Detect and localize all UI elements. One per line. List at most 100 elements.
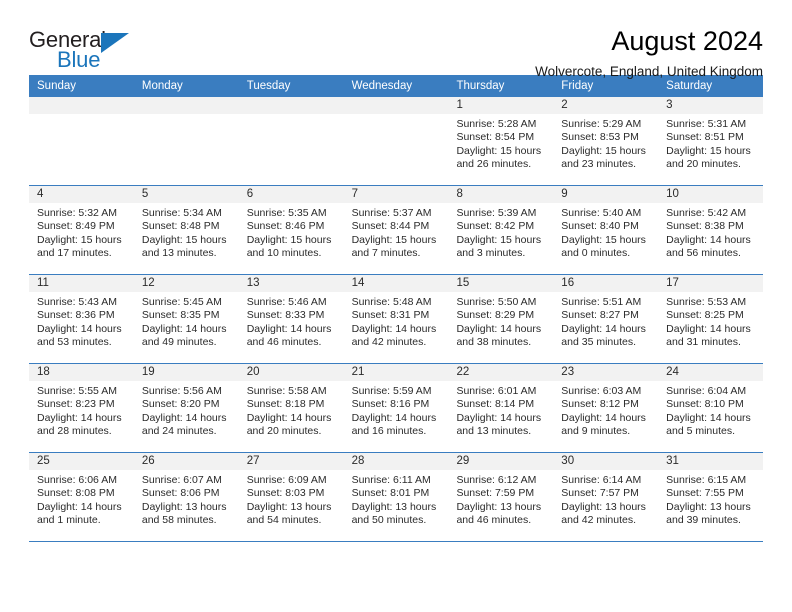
sunrise-time: Sunrise: 5:51 AM — [561, 296, 642, 308]
sunrise-time: Sunrise: 5:59 AM — [351, 385, 432, 397]
daylight-duration-line1: Daylight: 14 hours — [666, 322, 751, 335]
sunrise-time: Sunrise: 6:04 AM — [666, 385, 747, 397]
calendar-day-cell[interactable]: 30 Sunrise: 6:14 AM Sunset: 7:57 PM Dayligh… — [553, 453, 659, 541]
calendar-cell-empty — [29, 97, 134, 185]
calendar-day-cell[interactable]: 29 Sunrise: 6:12 AM Sunset: 7:59 PM Dayligh… — [448, 453, 554, 541]
daylight-duration-line2: and 20 minutes. — [666, 157, 741, 170]
day-details: Sunrise: 5:43 AM Sunset: 8:36 PM Daylight:… — [29, 292, 134, 349]
calendar-week-row: 4 Sunrise: 5:32 AM Sunset: 8:49 PM Daylight… — [29, 186, 764, 275]
sunset-time: Sunset: 8:23 PM — [37, 398, 115, 411]
calendar-day-cell[interactable]: 1 Sunrise: 5:28 AM Sunset: 8:54 PM Daylight… — [448, 97, 554, 185]
calendar-day-cell[interactable]: 31 Sunrise: 6:15 AM Sunset: 7:55 PM Dayligh… — [658, 453, 764, 541]
day-number: 20 — [238, 364, 344, 381]
calendar-day-cell[interactable]: 23 Sunrise: 6:03 AM Sunset: 8:12 PM Dayligh… — [553, 364, 659, 452]
sunrise-time: Sunrise: 5:37 AM — [351, 207, 432, 219]
logo-triangle-icon — [101, 33, 129, 53]
calendar-day-cell[interactable]: 3 Sunrise: 5:31 AM Sunset: 8:51 PM Daylight… — [658, 97, 764, 185]
sunrise-time: Sunrise: 5:39 AM — [456, 207, 537, 219]
day-details: Sunrise: 5:59 AM Sunset: 8:16 PM Daylight:… — [344, 381, 449, 438]
sunset-time: Sunset: 8:27 PM — [561, 309, 639, 322]
calendar-week-row: 18 Sunrise: 5:55 AM Sunset: 8:23 PM Dayligh… — [29, 364, 764, 453]
day-number: 30 — [553, 453, 659, 470]
calendar-day-cell[interactable]: 15 Sunrise: 5:50 AM Sunset: 8:29 PM Dayligh… — [448, 275, 554, 363]
calendar-day-cell[interactable]: 12 Sunrise: 5:45 AM Sunset: 8:35 PM Dayligh… — [133, 275, 239, 363]
sunrise-time: Sunrise: 5:32 AM — [37, 207, 117, 219]
calendar-day-cell[interactable]: 28 Sunrise: 6:11 AM Sunset: 8:01 PM Dayligh… — [343, 453, 449, 541]
day-number — [29, 97, 134, 114]
calendar-day-cell[interactable]: 13 Sunrise: 5:46 AM Sunset: 8:33 PM Dayligh… — [238, 275, 344, 363]
day-details: Sunrise: 5:53 AM Sunset: 8:25 PM Daylight:… — [658, 292, 763, 349]
sunrise-time: Sunrise: 5:48 AM — [351, 296, 432, 308]
day-details: Sunrise: 6:12 AM Sunset: 7:59 PM Daylight:… — [448, 470, 553, 527]
daylight-duration-line1: Daylight: 15 hours — [246, 233, 332, 246]
daylight-duration-line2: and 31 minutes. — [666, 335, 741, 348]
calendar-day-cell[interactable]: 17 Sunrise: 5:53 AM Sunset: 8:25 PM Dayligh… — [658, 275, 764, 363]
day-number: 7 — [343, 186, 449, 203]
sunset-time: Sunset: 8:35 PM — [141, 309, 220, 322]
daylight-duration-line1: Daylight: 13 hours — [456, 500, 542, 513]
daylight-duration-line2: and 42 minutes. — [561, 513, 637, 526]
sunset-time: Sunset: 8:25 PM — [666, 309, 744, 322]
daylight-duration-line1: Daylight: 15 hours — [351, 233, 437, 246]
calendar-day-cell[interactable]: 26 Sunrise: 6:07 AM Sunset: 8:06 PM Dayligh… — [133, 453, 239, 541]
day-details: Sunrise: 6:06 AM Sunset: 8:08 PM Daylight:… — [29, 470, 134, 527]
day-details: Sunrise: 5:35 AM Sunset: 8:46 PM Daylight:… — [239, 203, 344, 260]
daylight-duration-line2: and 9 minutes. — [561, 424, 631, 437]
calendar-day-cell[interactable]: 6 Sunrise: 5:35 AM Sunset: 8:46 PM Daylight… — [238, 186, 344, 274]
day-header-saturday: Saturday — [666, 80, 713, 92]
calendar-day-cell[interactable]: 9 Sunrise: 5:40 AM Sunset: 8:40 PM Daylight… — [553, 186, 659, 274]
calendar-day-cell[interactable]: 18 Sunrise: 5:55 AM Sunset: 8:23 PM Dayligh… — [29, 364, 134, 452]
calendar-day-cell[interactable]: 7 Sunrise: 5:37 AM Sunset: 8:44 PM Daylight… — [343, 186, 449, 274]
day-number: 14 — [343, 275, 449, 292]
day-header-tuesday: Tuesday — [246, 80, 291, 92]
calendar-day-cell[interactable]: 14 Sunrise: 5:48 AM Sunset: 8:31 PM Dayligh… — [343, 275, 449, 363]
calendar-day-cell[interactable]: 8 Sunrise: 5:39 AM Sunset: 8:42 PM Daylight… — [448, 186, 554, 274]
calendar-weeks: 1 Sunrise: 5:28 AM Sunset: 8:54 PM Daylight… — [29, 97, 764, 542]
daylight-duration-line1: Daylight: 13 hours — [246, 500, 332, 513]
day-number: 6 — [238, 186, 344, 203]
calendar-day-cell[interactable]: 24 Sunrise: 6:04 AM Sunset: 8:10 PM Dayligh… — [658, 364, 764, 452]
sunrise-time: Sunrise: 5:55 AM — [37, 385, 117, 397]
sunrise-time: Sunrise: 6:07 AM — [141, 474, 222, 486]
day-details: Sunrise: 5:34 AM Sunset: 8:48 PM Daylight:… — [134, 203, 239, 260]
daylight-duration-line1: Daylight: 14 hours — [37, 411, 122, 424]
sunset-time: Sunset: 8:38 PM — [666, 220, 744, 233]
sunset-time: Sunset: 8:54 PM — [456, 131, 535, 144]
daylight-duration-line2: and 5 minutes. — [666, 424, 736, 437]
calendar-day-cell[interactable]: 25 Sunrise: 6:06 AM Sunset: 8:08 PM Dayligh… — [29, 453, 134, 541]
calendar-day-cell[interactable]: 27 Sunrise: 6:09 AM Sunset: 8:03 PM Dayligh… — [238, 453, 344, 541]
day-details: Sunrise: 5:42 AM Sunset: 8:38 PM Daylight:… — [658, 203, 763, 260]
day-number: 18 — [29, 364, 134, 381]
daylight-duration-line1: Daylight: 15 hours — [666, 144, 751, 157]
calendar-day-cell[interactable]: 22 Sunrise: 6:01 AM Sunset: 8:14 PM Dayligh… — [448, 364, 554, 452]
general-blue-logo[interactable]: General Blue — [29, 27, 141, 75]
daylight-duration-line2: and 0 minutes. — [561, 246, 631, 259]
day-number: 2 — [553, 97, 659, 114]
sunset-time: Sunset: 8:40 PM — [561, 220, 639, 233]
calendar-day-cell[interactable]: 10 Sunrise: 5:42 AM Sunset: 8:38 PM Dayligh… — [658, 186, 764, 274]
day-of-week-header-row: Sunday Monday Tuesday Wednesday Thursday Frid… — [29, 75, 763, 97]
day-header-wednesday: Wednesday — [351, 80, 413, 92]
daylight-duration-line1: Daylight: 14 hours — [246, 411, 332, 424]
calendar-day-cell[interactable]: 2 Sunrise: 5:29 AM Sunset: 8:53 PM Daylight… — [553, 97, 659, 185]
day-number: 22 — [448, 364, 554, 381]
day-header-thursday: Thursday — [456, 80, 505, 92]
day-details: Sunrise: 5:29 AM Sunset: 8:53 PM Daylight:… — [553, 114, 658, 171]
sunrise-time: Sunrise: 5:29 AM — [561, 118, 642, 130]
daylight-duration-line2: and 13 minutes. — [456, 424, 532, 437]
day-details: Sunrise: 5:56 AM Sunset: 8:20 PM Daylight:… — [134, 381, 239, 438]
daylight-duration-line2: and 56 minutes. — [666, 246, 741, 259]
page-header: General Blue August 2024 Wolvercote, Eng… — [29, 0, 763, 80]
calendar-day-cell[interactable]: 21 Sunrise: 5:59 AM Sunset: 8:16 PM Dayligh… — [343, 364, 449, 452]
daylight-duration-line1: Daylight: 14 hours — [37, 322, 122, 335]
calendar-day-cell[interactable]: 11 Sunrise: 5:43 AM Sunset: 8:36 PM Dayligh… — [29, 275, 134, 363]
calendar-day-cell[interactable]: 19 Sunrise: 5:56 AM Sunset: 8:20 PM Dayligh… — [133, 364, 239, 452]
day-number: 28 — [343, 453, 449, 470]
calendar-day-cell[interactable]: 5 Sunrise: 5:34 AM Sunset: 8:48 PM Daylight… — [133, 186, 239, 274]
calendar-day-cell[interactable]: 4 Sunrise: 5:32 AM Sunset: 8:49 PM Daylight… — [29, 186, 134, 274]
calendar-day-cell[interactable]: 20 Sunrise: 5:58 AM Sunset: 8:18 PM Dayligh… — [238, 364, 344, 452]
daylight-duration-line2: and 3 minutes. — [456, 246, 526, 259]
sunrise-time: Sunrise: 5:34 AM — [141, 207, 222, 219]
sunset-time: Sunset: 8:42 PM — [456, 220, 535, 233]
calendar-day-cell[interactable]: 16 Sunrise: 5:51 AM Sunset: 8:27 PM Dayligh… — [553, 275, 659, 363]
